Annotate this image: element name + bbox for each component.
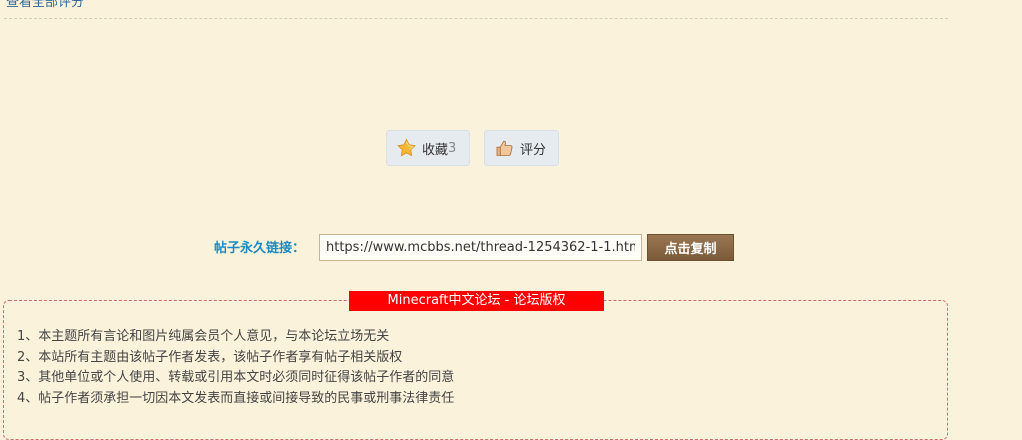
star-icon [397, 138, 416, 157]
separator [4, 18, 948, 19]
copyright-rules: 1、本主题所有言论和图片纯属会员个人意见，与本论坛立场无关 2、本站所有主题由该… [17, 327, 454, 409]
view-all-ratings-link[interactable]: 查看全部评分 [6, 0, 84, 10]
copyright-title: Minecraft中文论坛 - 论坛版权 [349, 291, 604, 311]
list-item: 2、本站所有主题由该帖子作者发表，该帖子作者享有帖子相关版权 [17, 349, 403, 365]
rate-label: 评分 [520, 142, 547, 158]
list-item: 1、本主题所有言论和图片纯属会员个人意见，与本论坛立场无关 [17, 329, 390, 344]
copy-link-button[interactable]: 点击复制 [647, 234, 734, 261]
rate-button[interactable]: 评分 [484, 130, 559, 166]
favorite-label: 收藏 [422, 142, 449, 158]
favorite-button[interactable]: 收藏 3 [386, 130, 470, 166]
thumbs-up-icon [496, 140, 513, 156]
list-item: 4、帖子作者须承担一切因本文发表而直接或间接导致的民事或刑事法律责任 [17, 390, 455, 406]
favorite-count: 3 [448, 140, 457, 156]
permalink-label: 帖子永久链接： [214, 241, 306, 256]
permalink-url-field[interactable] [319, 234, 642, 261]
list-item: 3、其他单位或个人使用、转载或引用本文时必须同时征得该帖子作者的同意 [17, 370, 455, 385]
